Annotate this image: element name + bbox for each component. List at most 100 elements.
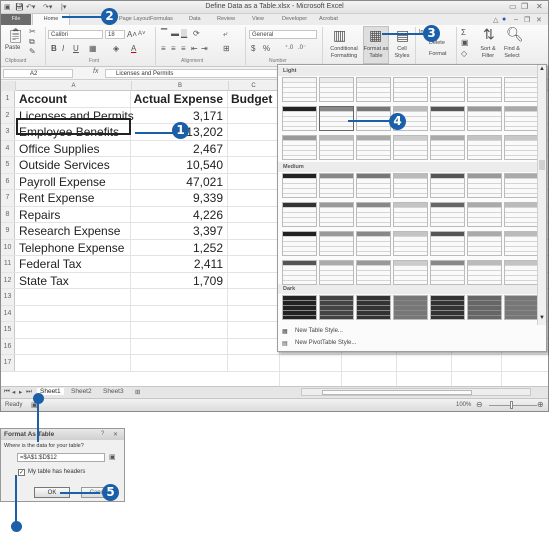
cell-a4[interactable]: Office Supplies [16,140,131,156]
cell-b15[interactable] [132,322,228,338]
cell-a11[interactable]: Federal Tax [16,256,131,272]
underline-button[interactable]: U [73,44,79,53]
wrap-text-icon[interactable]: ⤶ [223,29,227,38]
cell-a13[interactable] [16,289,131,305]
autosum-button[interactable]: Σ [461,28,466,37]
table-style-swatch[interactable] [319,295,354,320]
tab-page-layout[interactable]: Page Layout [119,16,150,22]
row-header[interactable]: 10 [1,239,15,255]
table-style-swatch[interactable] [393,135,428,160]
wb-close-icon[interactable]: ✕ [536,16,542,24]
zoom-slider-thumb[interactable] [510,401,513,409]
borders-icon[interactable]: ▦ [89,44,97,53]
merge-center-icon[interactable]: ⊞ [223,44,230,53]
table-style-swatch[interactable] [282,295,317,320]
row-header[interactable]: 13 [1,289,15,305]
cell-c17[interactable] [229,355,279,371]
column-header-b[interactable]: B [132,81,229,91]
paste-button[interactable]: Paste [5,45,20,52]
table-style-swatch[interactable] [356,202,391,227]
copy-icon[interactable]: ⧉ [29,37,35,46]
decrease-decimal-icon[interactable]: .0⁻ [298,44,306,53]
row-header[interactable]: 9 [1,223,15,239]
cell-b7[interactable]: 9,339 [132,190,228,206]
italic-button[interactable]: I [62,44,64,53]
paste-icon[interactable]: 📋︎ [7,28,25,42]
cell-c12[interactable] [229,273,279,289]
cell-c16[interactable] [229,339,279,355]
cell-b1[interactable]: Actual Expense [132,91,228,107]
wb-restore-icon[interactable]: ❐ [524,16,530,24]
orientation-icon[interactable]: ⟳ [193,29,200,38]
insert-sheet-icon[interactable]: ⊞ [135,388,140,396]
cell-b9[interactable]: 3,397 [132,223,228,239]
cell-c15[interactable] [229,322,279,338]
horizontal-scroll-thumb[interactable] [322,390,472,395]
cell-a15[interactable] [16,322,131,338]
table-style-swatch[interactable] [319,135,354,160]
table-style-swatch[interactable] [467,260,502,285]
cell-b12[interactable]: 1,709 [132,272,228,288]
table-style-swatch[interactable] [393,231,428,256]
row-header[interactable]: 1 [1,91,15,107]
table-style-swatch[interactable] [430,202,465,227]
tab-formulas[interactable]: Formulas [150,16,173,22]
row-header[interactable]: 12 [1,272,15,288]
row-header[interactable]: 5 [1,157,15,173]
cell-c5[interactable] [229,157,279,173]
sheet-tab-3[interactable]: Sheet3 [103,388,124,395]
table-style-swatch[interactable] [319,77,354,102]
restore-icon[interactable]: ❐ [521,2,528,11]
decrease-indent-icon[interactable]: ⇤ [191,44,198,53]
gallery-scroll-thumb[interactable] [539,160,545,170]
align-right-icon[interactable]: ≡ [181,44,186,53]
cell-a16[interactable] [16,338,131,354]
increase-indent-icon[interactable]: ⇥ [201,44,208,53]
row-header[interactable]: 2 [1,107,15,123]
table-style-swatch[interactable] [282,202,317,227]
clear-icon[interactable]: ◇ [461,49,467,58]
cell-b14[interactable] [132,305,228,321]
cell-b6[interactable]: 47,021 [132,173,228,189]
wb-minimize-icon[interactable]: – [514,16,518,23]
cell-c10[interactable] [229,240,279,256]
cell-a5[interactable]: Outside Services [16,157,131,173]
dialog-close-icon[interactable]: ✕ [113,431,118,438]
row-header[interactable]: 7 [1,190,15,206]
table-style-swatch[interactable] [356,231,391,256]
gallery-scroll-down-icon[interactable]: ▼ [539,315,545,321]
sort-filter-icon[interactable]: ⇅ [483,27,495,41]
table-style-swatch[interactable] [356,135,391,160]
cell-a17[interactable] [16,355,131,371]
cell-b13[interactable] [132,289,228,305]
cell-c13[interactable] [229,289,279,305]
table-style-swatch[interactable] [467,231,502,256]
new-pivot-style-item[interactable]: New PivotTable Style... [295,340,356,346]
table-style-swatch[interactable] [356,295,391,320]
cell-c4[interactable] [229,141,279,157]
table-style-swatch[interactable] [430,135,465,160]
table-style-swatch[interactable] [282,106,317,131]
tab-view[interactable]: View [252,16,264,22]
new-table-style-item[interactable]: New Table Style... [295,328,343,334]
cell-a7[interactable]: Rent Expense [16,190,131,206]
currency-button[interactable]: $ [251,44,255,53]
number-format-combo[interactable]: General [249,30,317,39]
close-icon[interactable]: ✕ [536,2,543,11]
headers-checkbox[interactable]: ✓ [18,469,25,476]
cell-b10[interactable]: 1,252 [132,239,228,255]
cell-a14[interactable] [16,305,131,321]
cell-a8[interactable]: Repairs [16,206,131,222]
zoom-level[interactable]: 100% [456,402,471,408]
table-style-swatch[interactable] [393,173,428,198]
table-style-swatch[interactable] [504,77,539,102]
table-style-swatch[interactable] [467,173,502,198]
find-select-icon[interactable]: 🔍︎ [506,27,524,41]
grow-font-icon[interactable]: A˄ [127,30,137,39]
format-as-table-icon[interactable]: ▦ [369,28,382,42]
first-sheet-icon[interactable]: ⏮ [4,388,10,396]
table-style-swatch[interactable] [282,135,317,160]
cell-b17[interactable] [132,355,228,371]
row-header[interactable]: 4 [1,140,15,156]
last-sheet-icon[interactable]: ⏭ [26,388,32,396]
